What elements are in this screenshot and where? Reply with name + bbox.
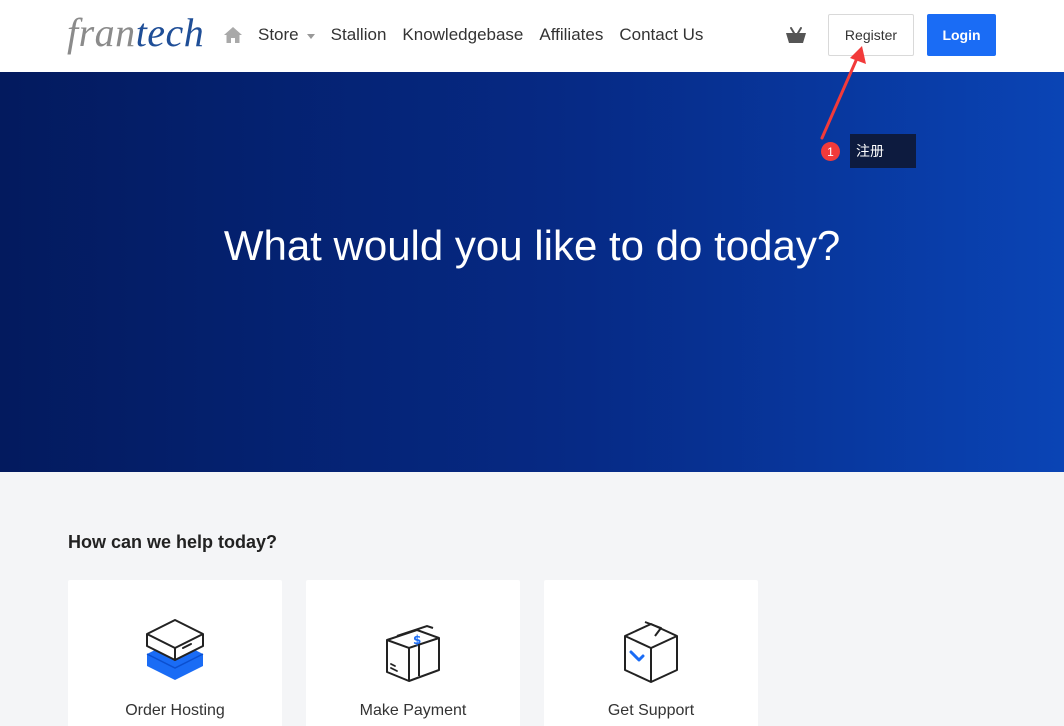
nav-knowledgebase[interactable]: Knowledgebase <box>402 25 523 45</box>
annotation-badge: 1 <box>821 142 840 161</box>
server-stack-icon <box>146 619 204 680</box>
login-button[interactable]: Login <box>927 14 996 56</box>
nav-affiliates[interactable]: Affiliates <box>539 25 603 45</box>
main-nav: Store Stallion Knowledgebase Affiliates … <box>258 24 719 46</box>
make-payment-card[interactable]: $ Make Payment <box>306 580 520 726</box>
nav-store[interactable]: Store <box>258 25 315 45</box>
order-hosting-card[interactable]: Order Hosting <box>68 580 282 726</box>
card-label: Order Hosting <box>125 702 225 719</box>
hero-title: What would you like to do today? <box>223 222 841 269</box>
frantech-logo[interactable]: frantech <box>67 8 204 58</box>
payment-box-icon: $ <box>386 624 440 682</box>
support-box-icon <box>624 621 678 683</box>
register-button[interactable]: Register <box>828 14 914 56</box>
card-label: Make Payment <box>359 702 467 719</box>
cart-icon[interactable] <box>785 26 807 44</box>
site-header: frantech Store Stallion Knowledgebase Af… <box>0 0 1064 72</box>
card-label: Get Support <box>607 702 695 719</box>
get-support-card[interactable]: Get Support <box>544 580 758 726</box>
help-heading: How can we help today? <box>68 532 278 552</box>
hero-banner: What would you like to do today? <box>0 72 1064 472</box>
nav-stallion[interactable]: Stallion <box>331 25 387 45</box>
chevron-down-icon <box>306 33 315 39</box>
svg-text:$: $ <box>413 633 421 647</box>
nav-contact-us[interactable]: Contact Us <box>619 25 703 45</box>
annotation-label: 注册 <box>850 134 916 168</box>
home-icon[interactable] <box>222 25 244 45</box>
